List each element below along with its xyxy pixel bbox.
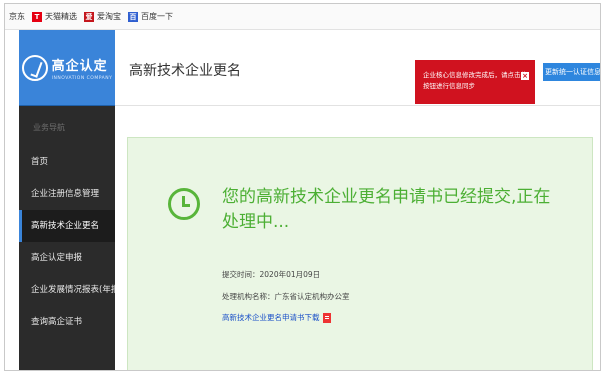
status-message: 您的高新技术企业更名申请书已经提交,正在处理中...: [222, 187, 551, 232]
bookmark-aitaobao[interactable]: 爱 爱淘宝: [84, 11, 121, 22]
bookmarks-bar: 京东 T 天猫精选 爱 爱淘宝 百 百度一下: [5, 4, 600, 30]
close-icon[interactable]: ×: [521, 72, 529, 80]
processing-org: 处理机构名称：广东省认定机构办公室: [222, 292, 350, 301]
clock-icon: [168, 188, 200, 220]
bookmark-baidu[interactable]: 百 百度一下: [128, 11, 173, 22]
bookmark-label: 京东: [9, 12, 25, 21]
download-link-text: 高新技术企业更名申请书下载: [222, 313, 320, 322]
main-content: 您的高新技术企业更名申请书已经提交,正在处理中... 提交时间：2020年01月…: [115, 107, 600, 370]
sync-alert[interactable]: 企业核心信息修改完成后，请点击此按钮进行信息同步 ×: [415, 60, 535, 104]
alert-text: 企业核心信息修改完成后，请点击此按钮进行信息同步: [423, 71, 527, 90]
sidebar-item-rename[interactable]: 高新技术企业更名: [19, 210, 115, 242]
sidebar: 高企认定 INNOVATION COMPANY 业务导航 首页 企业注册信息管理…: [19, 30, 115, 370]
bookmark-label: 天猫精选: [45, 12, 77, 21]
page-header: 高新技术企业更名 企业核心信息修改完成后，请点击此按钮进行信息同步 × 更新统一…: [115, 30, 600, 106]
sidebar-item-certificate-query[interactable]: 查询高企证书: [19, 306, 115, 338]
bookmark-tmall[interactable]: T 天猫精选: [32, 11, 77, 22]
aitaobao-icon: 爱: [84, 11, 94, 22]
logo[interactable]: 高企认定 INNOVATION COMPANY: [19, 30, 115, 106]
pdf-icon: [322, 312, 331, 323]
bookmark-jd[interactable]: 京东: [9, 11, 25, 22]
bookmark-label: 爱淘宝: [97, 12, 121, 21]
nav-section-title: 业务导航: [33, 123, 65, 132]
browser-frame: 京东 T 天猫精选 爱 爱淘宝 百 百度一下 高企认定 INNOVATION C…: [4, 3, 601, 371]
bookmark-label: 百度一下: [141, 12, 173, 21]
baidu-icon: 百: [128, 11, 138, 22]
sidebar-item-annual-report[interactable]: 企业发展情况报表(年报): [19, 274, 115, 306]
logo-subtitle: INNOVATION COMPANY: [51, 75, 113, 81]
sidebar-item-certification[interactable]: 高企认定申报: [19, 242, 115, 274]
sidebar-item-home[interactable]: 首页: [19, 146, 115, 178]
page-title: 高新技术企业更名: [129, 63, 241, 79]
update-auth-button[interactable]: 更新统一认证信息: [543, 63, 600, 81]
status-panel: 您的高新技术企业更名申请书已经提交,正在处理中... 提交时间：2020年01月…: [127, 137, 593, 370]
logo-title: 高企认定: [51, 58, 108, 74]
submit-time: 提交时间：2020年01月09日: [222, 270, 321, 279]
download-link[interactable]: 高新技术企业更名申请书下载: [222, 312, 331, 323]
logo-icon: [21, 54, 48, 81]
tmall-icon: T: [32, 11, 42, 22]
sidebar-item-registration[interactable]: 企业注册信息管理: [19, 178, 115, 210]
